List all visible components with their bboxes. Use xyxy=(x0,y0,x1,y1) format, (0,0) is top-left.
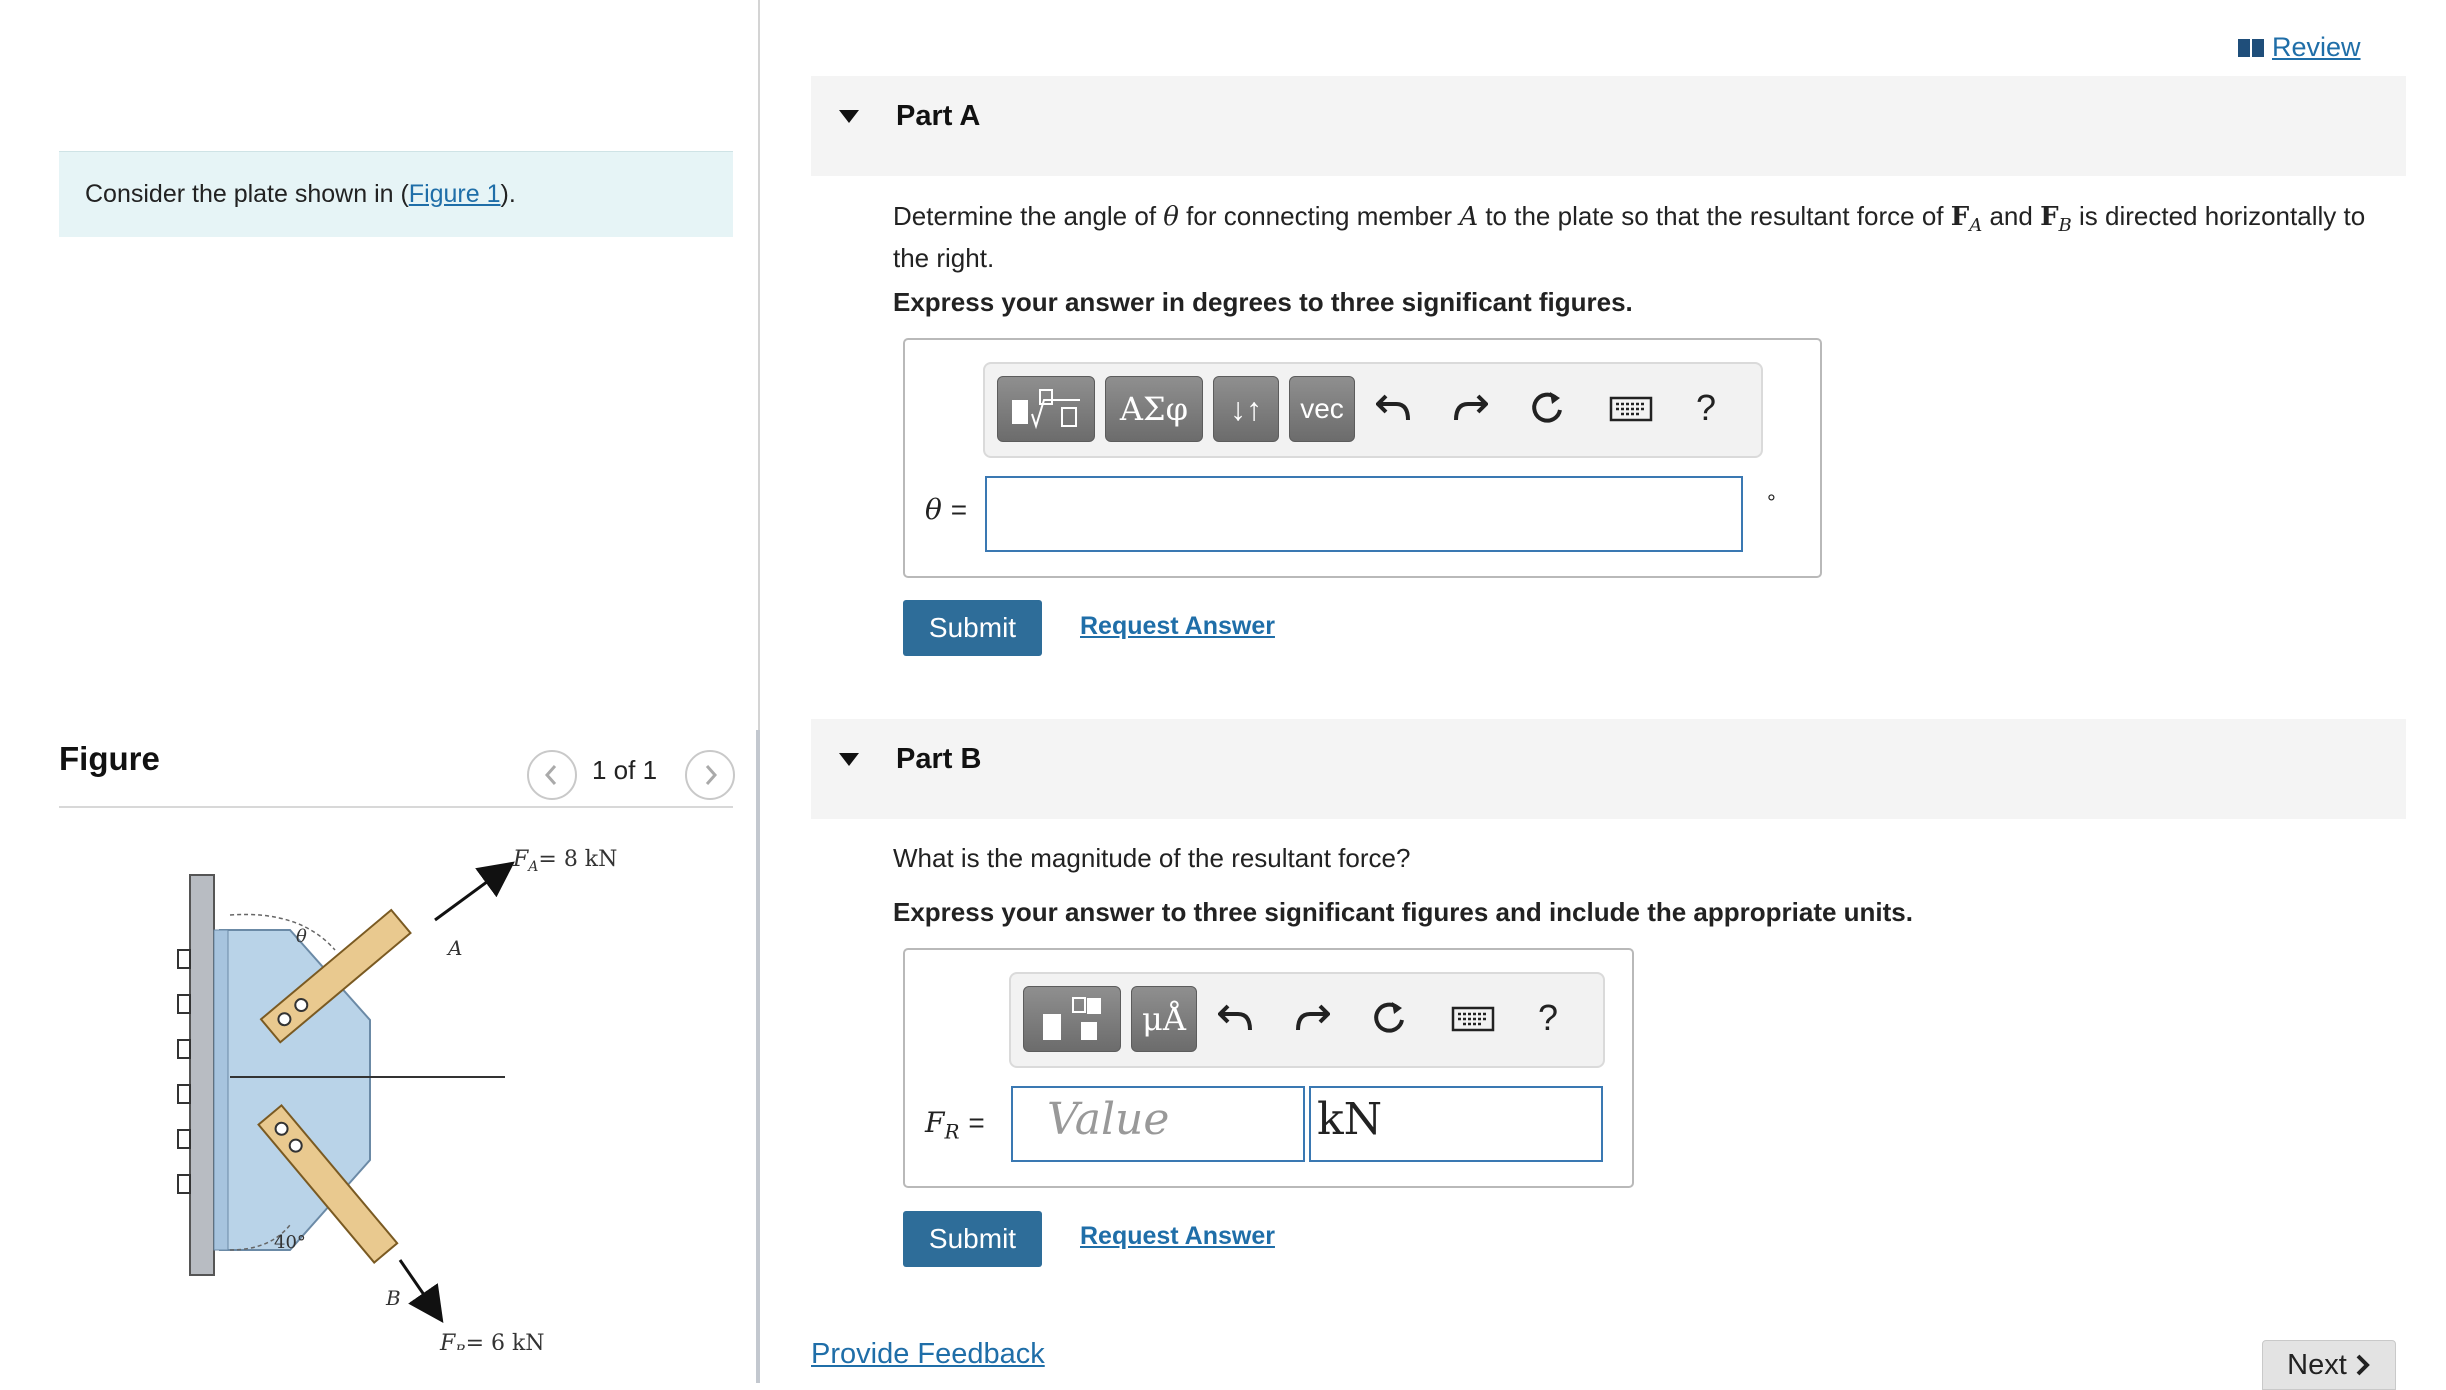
units-button[interactable]: μÅ xyxy=(1131,986,1197,1052)
part-b-request-answer-link[interactable]: Request Answer xyxy=(1080,1222,1275,1251)
part-b-title: Part B xyxy=(896,743,982,775)
part-a-answer-box: ΑΣφ ↓↑ vec ? θ = ° xyxy=(903,338,1822,578)
force-a-arrow xyxy=(434,861,515,922)
undo-icon xyxy=(1376,394,1410,421)
redo-button[interactable] xyxy=(1287,990,1337,1046)
member-a-label: A xyxy=(446,936,462,960)
fb-label: FB= 6 kN xyxy=(439,1331,545,1350)
caret-down-icon[interactable] xyxy=(839,753,859,766)
fr-variable-label: FR = xyxy=(925,1106,985,1144)
caret-down-icon[interactable] xyxy=(839,110,859,123)
fraction-sqrt-icon xyxy=(1012,389,1080,430)
figure-divider xyxy=(59,806,733,808)
force-b-arrow xyxy=(398,1259,444,1323)
plate-figure: FA= 8 kN FB= 6 kN θ 40° A B xyxy=(177,847,617,1350)
review-label[interactable]: Review xyxy=(2272,32,2361,63)
next-label: Next xyxy=(2287,1348,2347,1381)
keyboard-button[interactable] xyxy=(1443,990,1503,1046)
theta-answer-input[interactable] xyxy=(985,476,1743,552)
intro-box: Consider the plate shown in (Figure 1). xyxy=(59,151,733,237)
part-b-header[interactable]: Part B xyxy=(811,719,2406,819)
value-placeholder: Value xyxy=(1047,1094,1170,1145)
chevron-left-icon xyxy=(544,765,557,785)
part-b-submit-button[interactable]: Submit xyxy=(903,1211,1042,1267)
value-input[interactable]: Value xyxy=(1011,1086,1305,1162)
keyboard-button[interactable] xyxy=(1601,380,1661,436)
templates-button[interactable] xyxy=(1023,986,1121,1052)
left-pane: Consider the plate shown in (Figure 1). … xyxy=(0,0,760,1383)
part-b-question: What is the magnitude of the resultant f… xyxy=(893,843,1411,873)
part-a-request-answer-link[interactable]: Request Answer xyxy=(1080,612,1275,641)
figure-title: Figure xyxy=(59,740,160,777)
undo-button[interactable] xyxy=(1211,990,1261,1046)
units-input[interactable]: kN xyxy=(1309,1086,1603,1162)
vector-button[interactable]: vec xyxy=(1289,376,1355,442)
part-a-submit-button[interactable]: Submit xyxy=(903,600,1042,656)
theta-label: θ xyxy=(296,926,307,947)
review-link[interactable]: Review xyxy=(2238,32,2361,63)
part-a-header[interactable]: Part A xyxy=(811,76,2406,176)
reset-button[interactable] xyxy=(1365,990,1415,1046)
pane-resize-handle[interactable] xyxy=(756,730,760,1383)
help-button[interactable]: ? xyxy=(1681,380,1731,436)
greek-symbols-button[interactable]: ΑΣφ xyxy=(1105,376,1203,442)
templates-button[interactable] xyxy=(997,376,1095,442)
reset-button[interactable] xyxy=(1523,380,1573,436)
theta-variable-label: θ = xyxy=(925,493,968,526)
wall-support xyxy=(189,874,215,1276)
prev-figure-button[interactable] xyxy=(527,750,577,800)
part-a-question: Determine the angle of θ for connecting … xyxy=(893,201,2366,274)
help-button[interactable]: ? xyxy=(1523,990,1573,1046)
part-b-answer-box: μÅ ? FR = Value kN xyxy=(903,948,1634,1188)
subscript-superscript-button[interactable]: ↓↑ xyxy=(1213,376,1279,442)
redo-icon xyxy=(1296,1004,1330,1031)
part-b-toolbar: μÅ ? xyxy=(1009,972,1605,1068)
units-value: kN xyxy=(1317,1094,1383,1145)
fraction-template-icon xyxy=(1043,997,1101,1040)
book-icon xyxy=(2238,38,2264,57)
intro-suffix: ). xyxy=(500,180,516,208)
next-figure-button[interactable] xyxy=(685,750,735,800)
member-b-label: B xyxy=(385,1286,401,1310)
keyboard-icon xyxy=(1451,1006,1495,1032)
fa-label: FA= 8 kN xyxy=(512,847,617,875)
redo-button[interactable] xyxy=(1445,380,1495,436)
chevron-right-icon xyxy=(2356,1354,2370,1376)
intro-text: Consider the plate shown in ( xyxy=(85,180,409,208)
figure-link[interactable]: Figure 1 xyxy=(409,180,501,208)
part-a-title: Part A xyxy=(896,100,981,132)
angle-b-label: 40° xyxy=(274,1232,306,1253)
degree-unit: ° xyxy=(1767,490,1776,515)
provide-feedback-link[interactable]: Provide Feedback xyxy=(811,1338,1045,1371)
part-a-toolbar: ΑΣφ ↓↑ vec ? xyxy=(983,362,1763,458)
reset-icon xyxy=(1532,392,1562,423)
undo-icon xyxy=(1218,1004,1252,1031)
reset-icon xyxy=(1374,1002,1404,1033)
keyboard-icon xyxy=(1609,396,1653,422)
part-a-instruction: Express your answer in degrees to three … xyxy=(893,287,1633,317)
redo-icon xyxy=(1454,394,1488,421)
part-b-instruction: Express your answer to three significant… xyxy=(893,897,1913,927)
undo-button[interactable] xyxy=(1369,380,1419,436)
chevron-right-icon xyxy=(705,765,718,785)
figure-count: 1 of 1 xyxy=(592,755,658,785)
